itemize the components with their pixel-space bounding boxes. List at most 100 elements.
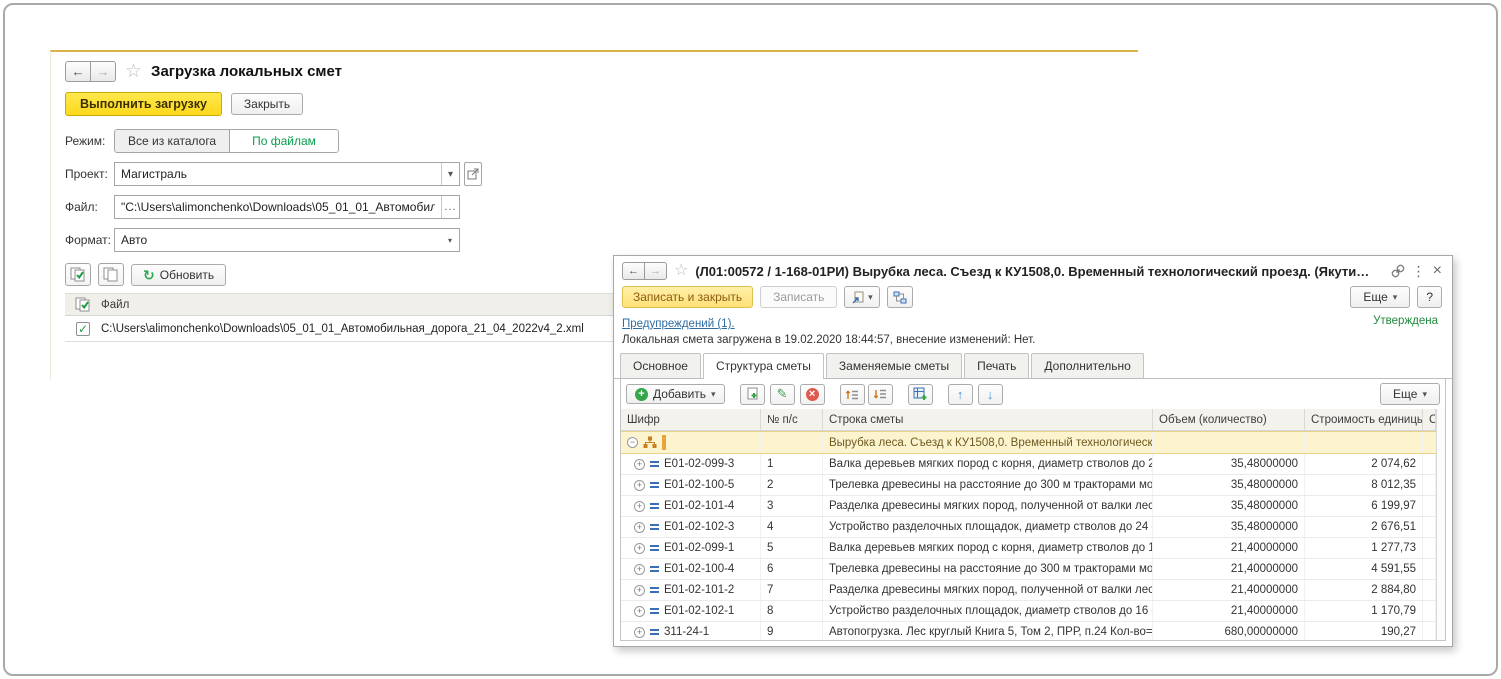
add-group-button[interactable] xyxy=(908,384,933,405)
expand-icon[interactable]: + xyxy=(634,501,645,512)
delete-button[interactable]: × xyxy=(800,384,825,405)
level-down-icon xyxy=(874,388,887,401)
save-close-button[interactable]: Записать и закрыть xyxy=(622,286,753,308)
plus-icon: + xyxy=(635,388,648,401)
format-input[interactable] xyxy=(115,229,441,251)
refresh-button[interactable]: ↻ Обновить xyxy=(131,264,226,286)
row-code-cell: + Е01-02-102-1 xyxy=(621,601,761,621)
uncheck-all-button[interactable] xyxy=(98,263,124,286)
estimate-row[interactable]: + Е01-02-099-1 5 Валка деревьев мягких п… xyxy=(621,538,1436,559)
row-code: Е01-02-102-3 xyxy=(664,521,734,533)
run-load-button[interactable]: Выполнить загрузку xyxy=(65,92,222,116)
row-cost: 4 591,55 xyxy=(1305,559,1423,579)
back-button[interactable]: ← xyxy=(622,262,645,280)
expand-icon[interactable]: + xyxy=(634,564,645,575)
chevron-down-icon[interactable]: ▾ xyxy=(441,229,459,251)
close-button[interactable]: Закрыть xyxy=(231,93,303,115)
tab-structure[interactable]: Структура сметы xyxy=(703,353,824,379)
group-row[interactable]: − Вырубка леса. Съезд к КУ1508,0. Времен… xyxy=(621,431,1436,454)
move-up-button[interactable]: ↑ xyxy=(948,384,973,405)
mode-toggle: Все из каталога По файлам xyxy=(114,129,339,153)
format-field-wrap: ▾ xyxy=(114,228,460,252)
mode-option-catalog[interactable]: Все из каталога xyxy=(114,129,230,153)
check-all-icon xyxy=(70,267,86,282)
vertical-scrollbar[interactable] xyxy=(1436,409,1445,640)
file-checkbox[interactable]: ✓ xyxy=(76,322,90,336)
uncheck-all-icon xyxy=(103,267,119,282)
row-cost: 6 199,97 xyxy=(1305,496,1423,516)
related-documents-button[interactable] xyxy=(887,286,913,308)
forward-button[interactable]: → xyxy=(644,262,667,280)
refresh-label: Обновить xyxy=(160,268,214,282)
row-stub xyxy=(1423,601,1436,621)
check-all-button[interactable] xyxy=(65,263,91,286)
more-label: Еще xyxy=(1363,290,1387,304)
document-arrow-icon xyxy=(852,291,865,304)
tab-replaceable[interactable]: Заменяемые сметы xyxy=(826,353,962,378)
tab-print[interactable]: Печать xyxy=(964,353,1029,378)
row-code: Е01-02-100-5 xyxy=(664,479,734,491)
favorite-star-icon[interactable]: ☆ xyxy=(674,263,688,279)
collapse-icon[interactable]: − xyxy=(627,437,638,448)
expand-icon[interactable]: + xyxy=(634,606,645,617)
expand-icon[interactable]: + xyxy=(634,459,645,470)
browse-button[interactable]: ... xyxy=(441,196,459,218)
row-code-cell: + 311-24-1 xyxy=(621,622,761,640)
favorite-star-icon[interactable]: ☆ xyxy=(125,62,142,81)
estimate-row[interactable]: + Е01-02-102-3 4 Устройство разделочных … xyxy=(621,517,1436,538)
move-level-up-button[interactable] xyxy=(840,384,865,405)
warnings-link[interactable]: Предупреждений (1). xyxy=(622,318,735,330)
tab-main[interactable]: Основное xyxy=(620,353,701,378)
expand-icon[interactable]: + xyxy=(634,522,645,533)
close-icon[interactable]: × xyxy=(1433,263,1442,279)
screenshot-frame: ← → ☆ Загрузка локальных смет Выполнить … xyxy=(3,3,1498,676)
row-num: 9 xyxy=(761,622,823,640)
move-level-down-button[interactable] xyxy=(868,384,893,405)
estimate-row[interactable]: + Е01-02-099-3 1 Валка деревьев мягких п… xyxy=(621,454,1436,475)
row-code: Е01-02-102-1 xyxy=(664,605,734,617)
group-num-cell xyxy=(761,432,823,453)
estimate-row[interactable]: + Е01-02-100-4 6 Трелевка древесины на р… xyxy=(621,559,1436,580)
loader-window-title: Загрузка локальных смет xyxy=(151,63,342,80)
file-input[interactable] xyxy=(115,196,441,218)
copy-button[interactable] xyxy=(740,384,765,405)
expand-icon[interactable]: + xyxy=(634,480,645,491)
estimate-row[interactable]: + Е01-02-101-4 3 Разделка древесины мягк… xyxy=(621,496,1436,517)
chevron-down-icon[interactable]: ▾ xyxy=(441,163,459,185)
estimate-grid: Шифр № п/с Строка сметы Объем (количеств… xyxy=(621,409,1436,640)
save-button[interactable]: Записать xyxy=(760,286,837,308)
help-button[interactable]: ? xyxy=(1417,286,1442,308)
forward-button[interactable]: → xyxy=(90,61,116,82)
move-down-button[interactable]: ↓ xyxy=(978,384,1003,405)
add-button[interactable]: + Добавить ▾ xyxy=(626,384,725,404)
kebab-menu-icon[interactable]: ⋮ xyxy=(1412,264,1426,278)
row-num: 4 xyxy=(761,517,823,537)
estimate-line-icon xyxy=(650,627,659,637)
project-input[interactable] xyxy=(115,163,441,185)
grid-more-button[interactable]: Еще ▾ xyxy=(1380,383,1440,405)
more-button[interactable]: Еще ▾ xyxy=(1350,286,1410,308)
expand-icon[interactable]: + xyxy=(634,585,645,596)
open-project-button[interactable] xyxy=(464,162,482,186)
row-code-cell: + Е01-02-102-3 xyxy=(621,517,761,537)
expand-icon[interactable]: + xyxy=(634,543,645,554)
estimate-row[interactable]: + Е01-02-101-2 7 Разделка древесины мягк… xyxy=(621,580,1436,601)
edit-button[interactable]: ✎ xyxy=(770,384,795,405)
info-row: Предупреждений (1). Утверждена Локальная… xyxy=(614,314,1452,346)
estimate-row[interactable]: + Е01-02-100-5 2 Трелевка древесины на р… xyxy=(621,475,1436,496)
link-icon[interactable] xyxy=(1391,264,1405,278)
row-desc: Валка деревьев мягких пород с корня, диа… xyxy=(823,538,1153,558)
estimate-line-icon xyxy=(650,522,659,532)
estimate-row[interactable]: + Е01-02-102-1 8 Устройство разделочных … xyxy=(621,601,1436,622)
back-button[interactable]: ← xyxy=(65,61,91,82)
mode-label: Режим: xyxy=(65,134,114,148)
estimate-row[interactable]: + 311-24-1 9 Автопогрузка. Лес круглый К… xyxy=(621,622,1436,640)
row-stub xyxy=(1423,454,1436,474)
tab-additional[interactable]: Дополнительно xyxy=(1031,353,1143,378)
row-qty: 21,40000000 xyxy=(1153,580,1305,600)
create-based-on-button[interactable]: ▾ xyxy=(844,286,880,308)
expand-icon[interactable]: + xyxy=(634,627,645,638)
row-qty: 35,48000000 xyxy=(1153,517,1305,537)
mode-option-files[interactable]: По файлам xyxy=(229,129,339,153)
row-cost: 1 170,79 xyxy=(1305,601,1423,621)
